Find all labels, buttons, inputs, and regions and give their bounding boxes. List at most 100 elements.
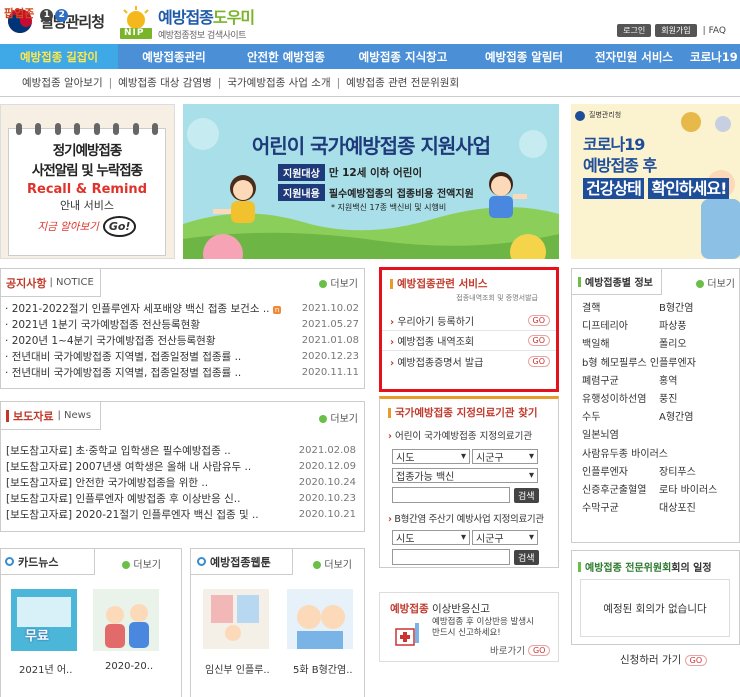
- sido-select[interactable]: 시도 ▾: [392, 449, 470, 464]
- popup-title-5: 지금 알아보기: [37, 221, 99, 233]
- press-row[interactable]: [보도참고자료] 초·중학교 입학생은 필수예방접종 .. 2021.02.08: [6, 442, 356, 458]
- disease-item[interactable]: 폴리오: [659, 335, 736, 350]
- popup-page-1[interactable]: 1: [40, 9, 54, 22]
- card-news-more-link[interactable]: 더보기: [122, 556, 161, 571]
- hospital-search-button[interactable]: 검색: [514, 488, 539, 503]
- banner-text-target: 만 12세 이하 어린이: [328, 167, 423, 179]
- disease-item[interactable]: 사람유두종 바이러스: [582, 445, 736, 460]
- webtoon-thumb[interactable]: [203, 589, 269, 649]
- notice-more-link[interactable]: 더보기: [319, 275, 358, 290]
- card-news-thumb[interactable]: 무료: [11, 589, 77, 651]
- adverse-text1: 예방접종 후 이상반응 발생시: [432, 617, 534, 627]
- card-news-caption[interactable]: 2021년 어..: [19, 661, 72, 676]
- disease-item[interactable]: A형간염: [659, 408, 736, 423]
- apply-link[interactable]: 신청하러 가기 GO: [620, 652, 708, 667]
- hospital-search-input[interactable]: [392, 487, 510, 503]
- notice-row[interactable]: · 2021년 1분기 국가예방접종 전산등록현황 2021.05.27: [5, 316, 359, 332]
- disease-item[interactable]: 유행성이하선염: [582, 390, 659, 405]
- notice-row[interactable]: · 2020년 1~4분기 국가예방접종 전산등록현황 2021.01.08: [5, 332, 359, 348]
- press-row[interactable]: [보도참고자료] 안전한 국가예방접종을 위한 .. 2020.10.24: [6, 474, 356, 490]
- covid-banner[interactable]: 질병관리청 코로나19 예방접종 후 건강상태 확인하세요!: [571, 104, 740, 259]
- main-navigation: 예방접종 길잡이 예방접종관리 안전한 예방접종 예방접종 지식창고 예방접종 …: [0, 44, 740, 69]
- adverse-link[interactable]: 바로가기 GO: [490, 643, 551, 657]
- chevron-down-icon: ▾: [460, 532, 466, 543]
- site-subtitle: 예방접종정보 검색사이트: [158, 31, 246, 41]
- disease-item[interactable]: 장티푸스: [659, 463, 736, 478]
- webtoon-thumb[interactable]: [287, 589, 353, 649]
- disease-info-section: 예방접종별 정보 더보기 결핵 B형간염 디프테리아 파상풍 백일해 폴리오 b형 헤…: [571, 268, 740, 543]
- disease-item[interactable]: 풍진: [659, 390, 736, 405]
- utility-links: 로그인 회원가입 | FAQ: [617, 24, 726, 37]
- disease-item[interactable]: 대상포진: [659, 499, 736, 514]
- popup-go-button[interactable]: Go!: [102, 216, 137, 237]
- notice-section: 공지사항 | NOTICE 더보기 · 2021-2022절기 인플루엔자 세포…: [0, 268, 365, 389]
- popup-page-2[interactable]: 2: [55, 9, 69, 22]
- service-item-history[interactable]: › 예방접종 내역조회 GO: [382, 331, 556, 351]
- webtoon-section: 예방접종웹툰 더보기 임신부 인플루.. 5화 B형간염..: [190, 548, 365, 697]
- popup-banner-calendar[interactable]: 정기예방접종 사전알림 및 누락접종 Recall & Remind 안내 서비…: [8, 123, 166, 256]
- gnb-item-covid[interactable]: 코로나19: [684, 44, 740, 69]
- chevron-down-icon: ▾: [460, 451, 466, 462]
- disease-item[interactable]: 결핵: [582, 299, 659, 314]
- subnav-item[interactable]: 국가예방접종 사업 소개: [227, 75, 330, 90]
- webtoon-caption[interactable]: 임신부 인플루..: [205, 661, 270, 676]
- disease-item[interactable]: 수막구균: [582, 499, 659, 514]
- notice-row[interactable]: · 전년대비 국가예방접종 지역별, 접종일정별 접종률 .. 2020.12.2…: [5, 348, 359, 364]
- subnav-item[interactable]: 예방접종 알아보기: [22, 75, 103, 90]
- notice-row[interactable]: · 전년대비 국가예방접종 지역별, 접종일정별 접종률 .. 2020.11.1…: [5, 364, 359, 380]
- service-item-register-baby[interactable]: › 우리아기 등록하기 GO: [382, 311, 556, 331]
- webtoon-more-link[interactable]: 더보기: [313, 556, 352, 571]
- disease-item[interactable]: 일본뇌염: [582, 426, 736, 441]
- hospital-search-input-2[interactable]: [392, 549, 510, 565]
- sigungu-select-2[interactable]: 시군구 ▾: [472, 530, 538, 545]
- arrow-right-icon: ›: [390, 357, 395, 369]
- subnav-item[interactable]: 예방접종 관련 전문위원회: [346, 75, 459, 90]
- calendar-rings: [9, 123, 165, 135]
- disease-item[interactable]: 홍역: [659, 372, 736, 387]
- press-row[interactable]: [보도참고자료] 인플루엔자 예방접종 후 이상반응 신.. 2020.10.23: [6, 490, 356, 506]
- main-banner[interactable]: 어린이 국가예방접종 지원사업 지원대상 만 12세 이하 어린이 지원내용 필…: [183, 104, 559, 259]
- gnb-item-management[interactable]: 예방접종관리: [118, 44, 230, 69]
- go-button[interactable]: GO: [527, 315, 550, 326]
- gnb-item-guide[interactable]: 예방접종 길잡이: [0, 44, 118, 69]
- disease-item[interactable]: B형간염: [659, 299, 736, 314]
- banner-label-target: 지원대상: [278, 164, 325, 181]
- disease-item[interactable]: b형 헤모필루스 인플루엔자: [582, 354, 736, 369]
- vaccine-select[interactable]: 접종가능 백신 ▾: [392, 468, 538, 483]
- gnb-item-safe[interactable]: 안전한 예방접종: [230, 44, 342, 69]
- go-button[interactable]: GO: [527, 335, 550, 346]
- disease-item[interactable]: 디프테리아: [582, 317, 659, 332]
- sigungu-select[interactable]: 시군구 ▾: [472, 449, 538, 464]
- hospital-search-button-2[interactable]: 검색: [514, 550, 539, 565]
- press-row[interactable]: [보도참고자료] 2007년생 여학생은 올해 내 사람유두 .. 2020.12…: [6, 458, 356, 474]
- gnb-item-eservice[interactable]: 전자민원 서비스: [584, 44, 684, 69]
- disease-more-link[interactable]: 더보기: [696, 275, 735, 290]
- service-item-certificate[interactable]: › 예방접종증명서 발급 GO: [382, 351, 556, 371]
- notice-row[interactable]: · 2021-2022절기 인플루엔자 세포배양 백신 접종 보건소 .. n2…: [5, 300, 359, 316]
- disease-item[interactable]: 인플루엔자: [582, 463, 659, 478]
- press-row[interactable]: [보도참고자료] 2020-21절기 인플루엔자 백신 접종 및 .. 2020.…: [6, 506, 356, 522]
- site-title: 예방접종도우미: [158, 8, 255, 27]
- card-news-thumb[interactable]: [93, 589, 159, 651]
- login-button[interactable]: 로그인: [617, 24, 652, 37]
- join-button[interactable]: 회원가입: [655, 24, 697, 37]
- disease-list: 결핵 B형간염 디프테리아 파상풍 백일해 폴리오 b형 헤모필루스 인플루엔자 폐렴…: [582, 299, 736, 514]
- webtoon-caption[interactable]: 5화 B형간염..: [293, 661, 353, 676]
- go-button[interactable]: GO: [527, 355, 550, 367]
- disease-item[interactable]: 백일해: [582, 335, 659, 350]
- popup-title-2: 사전알림 및 누락접종: [31, 163, 143, 179]
- faq-link[interactable]: | FAQ: [703, 26, 726, 36]
- disease-item[interactable]: 로타 바이러스: [659, 481, 736, 496]
- subnav-item[interactable]: 예방접종 대상 감염병: [118, 75, 212, 90]
- gnb-item-knowledge[interactable]: 예방접종 지식창고: [342, 44, 464, 69]
- sido-select-2[interactable]: 시도 ▾: [392, 530, 470, 545]
- card-news-caption[interactable]: 2020-20..: [105, 661, 153, 672]
- site-header: 질병관리청 NIP 예방접종도우미 예방접종정보 검색사이트 로그인 회원가입 …: [0, 0, 740, 44]
- disease-item[interactable]: 신증후군출혈열: [582, 481, 659, 496]
- gnb-item-notice[interactable]: 예방접종 알림터: [464, 44, 584, 69]
- disease-item[interactable]: 폐렴구균: [582, 372, 659, 387]
- press-more-link[interactable]: 더보기: [319, 410, 358, 425]
- disease-item[interactable]: 수두: [582, 408, 659, 423]
- disease-item[interactable]: 파상풍: [659, 317, 736, 332]
- nip-logo[interactable]: NIP 예방접종도우미 예방접종정보 검색사이트: [118, 4, 255, 41]
